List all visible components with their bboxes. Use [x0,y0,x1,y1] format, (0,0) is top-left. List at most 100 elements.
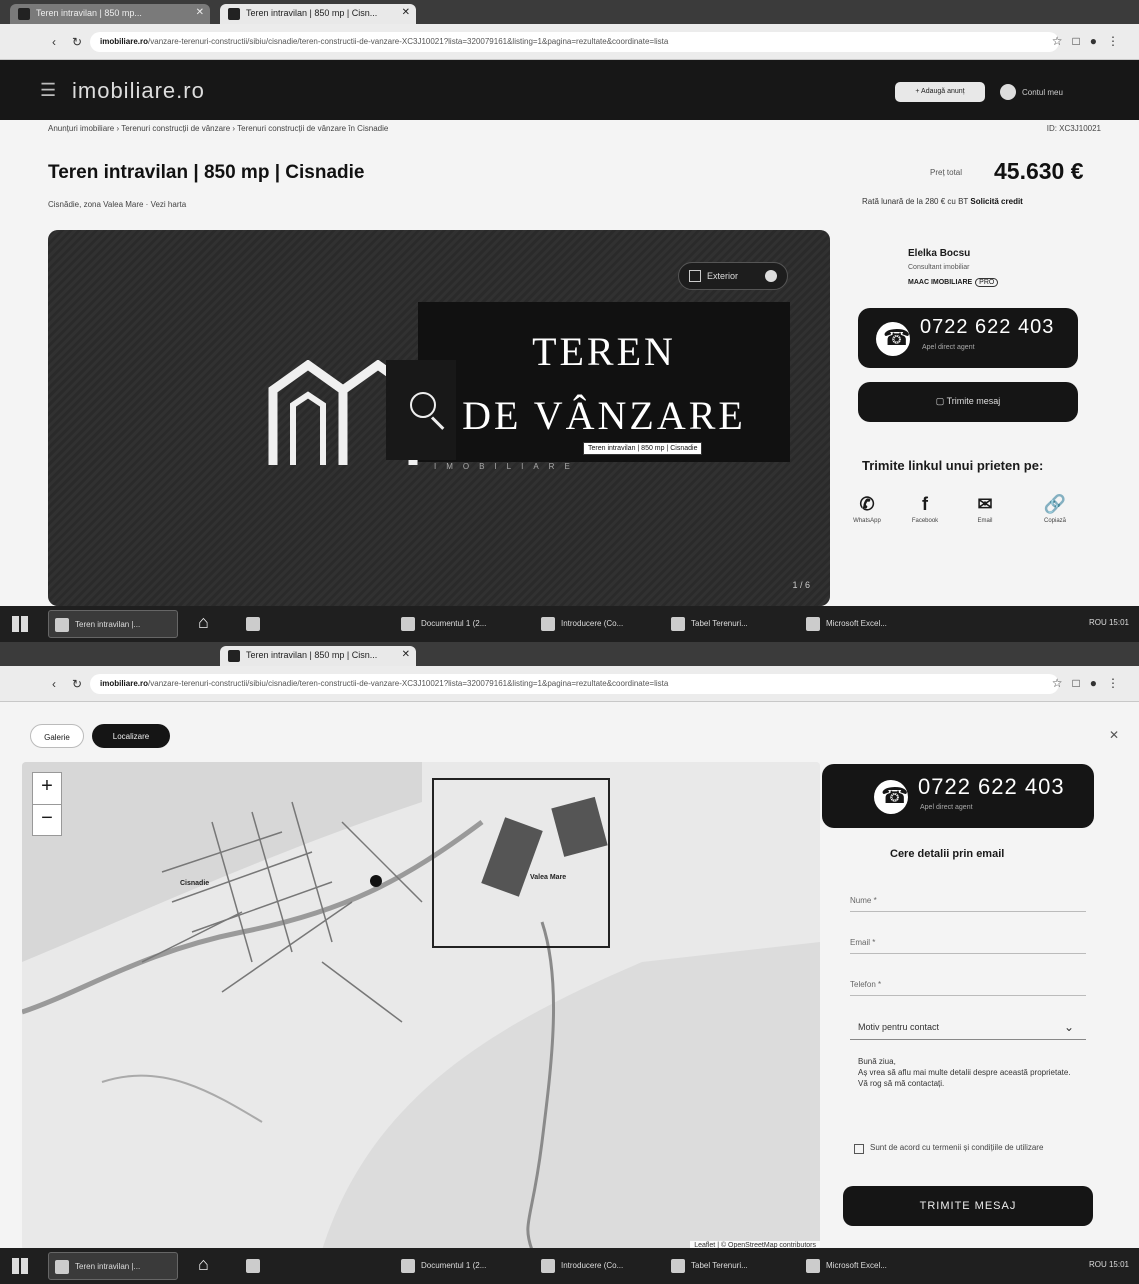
tab-gallery[interactable]: Galerie [30,724,84,748]
url-host: imobiliare.ro [100,679,149,688]
share-whatsapp[interactable]: ✆ WhatsApp [842,494,892,524]
word-icon [671,617,685,631]
taskbar-item[interactable]: Tabel Terenuri... [665,1252,795,1280]
taskbar: Teren intravilan |... ⌂ Documentul 1 (2.… [0,606,1139,642]
taskbar: Teren intravilan |... ⌂ Documentul 1 (2.… [0,1248,1139,1284]
credit-note[interactable]: Rată lunară de la 280 € cu BT Solicită c… [862,197,1023,206]
reload-icon[interactable]: ↻ [72,677,82,691]
browser-window-map: Teren intravilan | 850 mp | Cisn... ✕ ‹ … [0,642,1139,1284]
call-button[interactable]: 0722 622 403 Apel direct agent [822,764,1094,828]
taskbar-label: Tabel Terenuri... [691,619,748,628]
phone-icon [874,780,908,814]
account-menu[interactable]: Contul meu [1000,82,1063,102]
send-message-button[interactable]: ▢ Trimite mesaj [858,382,1078,422]
word-icon [671,1259,685,1273]
add-listing-button[interactable]: + Adaugă anunț [895,82,985,102]
facebook-icon: f [922,494,928,514]
share-facebook[interactable]: f Facebook [900,494,950,524]
call-button[interactable]: 0722 622 403 Apel direct agent [858,308,1078,368]
taskbar-item[interactable]: Microsoft Excel... [800,1252,930,1280]
taskbar-item[interactable]: Tabel Terenuri... [665,610,795,638]
zoom-out-button[interactable]: − [33,804,61,835]
browser-icon [55,618,69,632]
magnifier-icon[interactable] [410,392,436,418]
windows-start-icon[interactable] [12,1258,28,1274]
message-textarea[interactable]: Bună ziua, Aș vrea să aflu mai multe det… [850,1052,1086,1108]
tab-map[interactable]: Localizare [92,724,170,748]
taskbar-item[interactable]: Microsoft Excel... [800,610,930,638]
taskbar-label: Introducere (Co... [561,619,624,628]
system-clock[interactable]: ROU 15:01 [1089,618,1129,627]
document-icon [401,617,415,631]
name-field[interactable]: Nume * [850,882,1086,912]
taskbar-item[interactable]: Introducere (Co... [535,610,660,638]
listing-location-link[interactable]: Cisnădie, zona Valea Mare · Vezi harta [48,200,186,209]
taskbar-item[interactable]: Teren intravilan |... [48,1252,178,1280]
taskbar-pinned[interactable] [240,610,270,638]
home-icon[interactable]: ⌂ [198,1254,209,1275]
browser-tab-active[interactable]: Teren intravilan | 850 mp | Cisn... ✕ [220,646,416,666]
agent-name[interactable]: Elelka Bocsu [908,248,970,259]
taskbar-pinned[interactable] [240,1252,270,1280]
phone-field[interactable]: Telefon * [850,966,1086,996]
close-tab-icon[interactable]: ✕ [402,649,410,660]
close-tab-icon[interactable]: ✕ [402,7,410,18]
share-label: Copiază [1043,518,1066,524]
map-zoom-control: + − [32,772,62,836]
menu-icon[interactable]: ☰ [40,80,56,101]
browser-actions-icons[interactable]: ☆□●⋮ [1052,676,1129,690]
tab-bar: Teren intravilan | 850 mp | Cisn... ✕ [0,642,1139,666]
browser-actions-icons[interactable]: ☆□●⋮ [1052,34,1129,48]
breadcrumb[interactable]: Anunțuri imobiliare › Terenuri construcț… [48,124,388,133]
word-icon [541,617,555,631]
url-field[interactable]: imobiliare.ro/vanzare-terenuri-construct… [90,32,1059,52]
reload-icon[interactable]: ↻ [72,35,82,49]
map-tiles [22,762,820,1250]
location-pin-icon[interactable] [370,875,382,887]
taskbar-item[interactable]: Documentul 1 (2... [395,610,530,638]
site-logo[interactable]: imobiliare.ro [72,78,205,104]
taskbar-label: Microsoft Excel... [826,1261,887,1270]
terms-consent[interactable]: Sunt de acord cu termenii și condițiile … [850,1142,1086,1154]
windows-start-icon[interactable] [12,616,28,632]
agent-agency[interactable]: MAAC IMOBILIARE PRO [908,278,999,287]
address-bar: ‹ ↻ imobiliare.ro/vanzare-terenuri-const… [0,666,1139,702]
tab-label: Teren intravilan | 850 mp | Cisn... [246,8,378,18]
taskbar-item[interactable]: Documentul 1 (2... [395,1252,530,1280]
credit-link[interactable]: Solicită credit [970,197,1022,206]
taskbar-label: Introducere (Co... [561,1261,624,1270]
photo-caption: IMOBILIARE [434,462,580,471]
chevron-down-icon: ⌄ [1063,1020,1074,1034]
document-icon [401,1259,415,1273]
checkbox[interactable] [854,1144,864,1154]
browser-tab-active[interactable]: Teren intravilan | 850 mp | Cisn... ✕ [220,4,416,24]
share-label: Email [977,518,993,524]
contact-reason-select[interactable]: Motiv pentru contact ⌄ [850,1010,1086,1040]
back-icon[interactable]: ‹ [52,677,56,691]
close-icon[interactable]: ✕ [1109,728,1119,742]
url-path: /vanzare-terenuri-constructii/sibiu/cisn… [148,37,669,46]
zoom-in-button[interactable]: + [33,773,61,804]
share-email[interactable]: ✉ Email [960,494,1010,524]
exterior-label: Exterior [707,271,739,281]
url-field[interactable]: imobiliare.ro/vanzare-terenuri-construct… [90,674,1059,694]
share-title: Trimite linkul unui prieten pe: [862,458,1044,473]
system-clock[interactable]: ROU 15:01 [1089,1260,1129,1269]
listing-photo[interactable]: Exterior TEREN DE VÂNZARE IMOBILIARE Ter… [48,230,830,606]
browser-tab[interactable]: Teren intravilan | 850 mp... ✕ [10,4,210,24]
property-area-highlight [432,778,610,948]
home-icon[interactable]: ⌂ [198,612,209,633]
share-copy-link[interactable]: 🔗 Copiază [1030,494,1080,524]
agent-role: Consultant imobiliar [908,264,970,271]
email-field[interactable]: Email * [850,924,1086,954]
taskbar-item[interactable]: Teren intravilan |... [48,610,178,638]
phone-number: 0722 622 403 [920,316,1055,338]
back-icon[interactable]: ‹ [52,35,56,49]
agency-name: MAAC IMOBILIARE [908,279,973,286]
submit-message-button[interactable]: TRIMITE MESAJ [843,1186,1093,1226]
exterior-badge[interactable]: Exterior [678,262,788,290]
map[interactable]: + − Cisnadie Valea Mare Leaflet | © Open… [22,762,820,1250]
close-tab-icon[interactable]: ✕ [196,7,204,18]
taskbar-item[interactable]: Introducere (Co... [535,1252,660,1280]
email-icon: ✉ [977,494,993,514]
